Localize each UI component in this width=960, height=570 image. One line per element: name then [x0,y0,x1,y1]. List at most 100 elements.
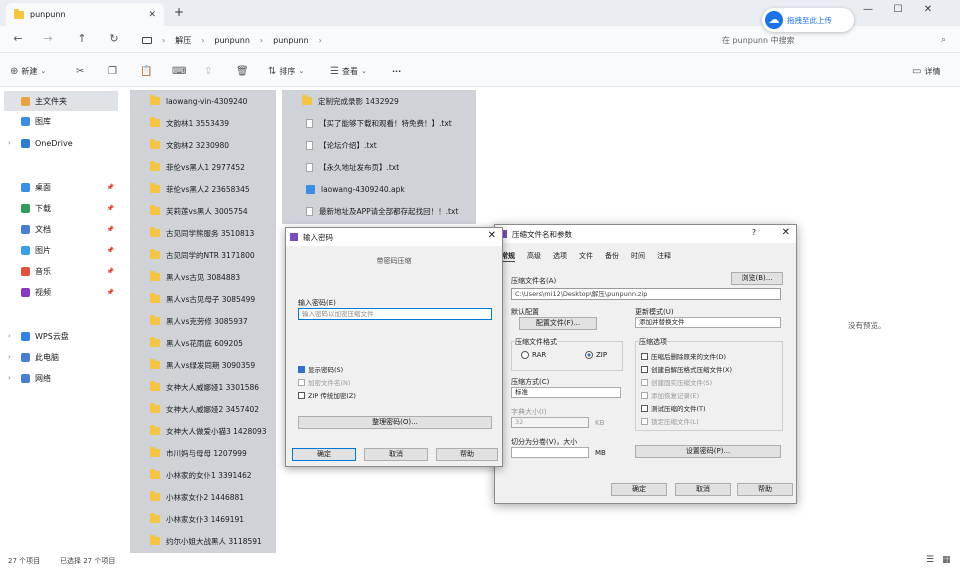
cloud-upload-button[interactable]: ☁ 拖拽至此上传 [762,8,854,32]
archive-tab[interactable]: 常规 [501,251,515,262]
new-tab-button[interactable]: + [174,5,184,19]
file-list-item[interactable]: 小林家女仆3 1469191 [130,508,276,530]
breadcrumb-item[interactable]: punpunn [214,36,250,45]
sidebar-item[interactable]: 图片 📌 [4,240,118,260]
archive-tab[interactable]: 选项 [553,251,567,262]
browse-button[interactable]: 浏览(B)... [731,272,783,285]
dict-select[interactable]: 32 [511,417,589,428]
file-list-item[interactable]: 菲伦vs黑人1 2977452 [130,156,276,178]
organize-passwords-button[interactable]: 整理密码(O)... [298,416,492,429]
close-icon[interactable]: ✕ [488,230,496,241]
password-input[interactable]: 输入密码以加密压缩文件 [298,308,492,320]
delete-icon[interactable]: 🗑 [236,64,249,78]
rar-radio[interactable]: RAR [521,351,546,359]
file-list-item[interactable]: 古见同学熊服务 3510813 [130,222,276,244]
help-button[interactable]: 帮助 [737,483,793,496]
method-select[interactable]: 标准 [511,387,621,398]
close-window-button[interactable]: ✕ [918,4,938,20]
minimize-button[interactable]: — [858,4,878,20]
rename-icon[interactable]: ⌨ [172,64,186,78]
up-button[interactable]: ↑ [74,32,90,48]
zip-legacy-checkbox[interactable]: ZIP 传统加密(Z) [298,390,356,400]
file-list-item[interactable]: 女神大人做爱小猫3 1428093 [130,420,276,442]
file-list-item[interactable]: 古见同学的NTR 3171800 [130,244,276,266]
file-list-item[interactable]: 女神大人威娜娅2 3457402 [130,398,276,420]
sidebar-item[interactable]: 视频 📌 [4,282,118,302]
set-password-button[interactable]: 设置密码(P)... [635,445,781,458]
ok-button[interactable]: 确定 [292,448,356,461]
search-input[interactable]: 在 punpunn 中搜索 ⌕ [716,30,952,50]
sidebar-item[interactable]: › OneDrive [4,133,118,153]
file-list-item[interactable]: 黑人vs古见 3084883 [130,266,276,288]
file-list-item[interactable]: 小林家女仆2 1446881 [130,486,276,508]
file-list-item[interactable]: 黑人vs绿发同期 3090359 [130,354,276,376]
tab-punpunn[interactable]: punpunn ✕ [6,3,164,26]
file-list-item[interactable]: 黑人vs古见母子 3085499 [130,288,276,310]
sidebar-item[interactable]: › 网络 [4,368,118,388]
sidebar-item[interactable]: 音乐 📌 [4,261,118,281]
archive-tab[interactable]: 高级 [527,251,541,262]
file-list-item[interactable]: 文韵林1 3553439 [130,112,276,134]
help-button[interactable]: 帮助 [436,448,498,461]
close-icon[interactable]: ✕ [782,227,790,238]
profiles-button[interactable]: 配置文件(F)... [519,317,597,330]
file-list-item[interactable]: 最新地址及APP请全部都存起找回！！.txt [282,200,476,222]
file-list-item[interactable]: 【论坛介绍】.txt [282,134,476,156]
sidebar-item[interactable]: 桌面 📌 [4,177,118,197]
option-checkbox[interactable]: 添加恢复记录(E) [641,390,699,400]
show-password-checkbox[interactable]: 显示密码(S) [298,364,343,374]
file-list-item[interactable]: 小林家的女仆1 3391462 [130,464,276,486]
archive-tab[interactable]: 注释 [657,251,671,262]
chevron-right-icon[interactable]: › [8,139,16,147]
sidebar-item[interactable]: 主文件夹 [4,91,118,111]
forward-button[interactable]: → [40,32,56,48]
file-list-item[interactable]: laowang-vin-4309240 [130,90,276,112]
help-question-button[interactable]: ? [752,228,756,237]
copy-icon[interactable]: ❐ [108,64,117,78]
file-list-item[interactable]: 文韵林2 3230980 [130,134,276,156]
archive-tab[interactable]: 文件 [579,251,593,262]
update-mode-select[interactable]: 添加并替换文件 [635,317,781,328]
chevron-right-icon[interactable]: › [8,353,16,361]
maximize-button[interactable]: ☐ [888,4,908,20]
breadcrumb-item[interactable]: punpunn [273,36,309,45]
cancel-button[interactable]: 取消 [675,483,731,496]
view-button[interactable]: ☰ 查看 ⌄ [330,64,367,78]
details-view-icon[interactable]: ☰ [926,555,934,565]
option-checkbox[interactable]: 压缩后删除原来的文件(D) [641,351,726,361]
chevron-right-icon[interactable]: › [8,332,16,340]
refresh-button[interactable]: ↻ [106,32,122,48]
sort-button[interactable]: ⇅ 排序 ⌄ [268,64,304,78]
ok-button[interactable]: 确定 [611,483,667,496]
archive-tab[interactable]: 备份 [605,251,619,262]
sidebar-item[interactable]: 下载 📌 [4,198,118,218]
tiles-view-icon[interactable]: ▦ [942,555,951,565]
file-list-item[interactable]: 女神大人威娜娅1 3301586 [130,376,276,398]
file-list-item[interactable]: 芙莉莲vs黑人 3005754 [130,200,276,222]
back-button[interactable]: ← [10,32,26,48]
file-list-item[interactable]: 约尔小姐大战黑人 3118591 [130,530,276,552]
address-bar[interactable]: › 解压 › punpunn › punpunn › [134,30,706,50]
sidebar-item[interactable]: › WPS云盘 [4,326,118,346]
file-list-item[interactable]: laowang-4309240.apk [282,178,476,200]
encrypt-names-checkbox[interactable]: 加密文件名(N) [298,377,350,387]
split-size-input[interactable] [511,447,589,458]
file-list-item[interactable]: 菲伦vs黑人2 23658345 [130,178,276,200]
chevron-right-icon[interactable]: › [8,374,16,382]
file-list-item[interactable]: 黑人vs克劳修 3085937 [130,310,276,332]
sidebar-item[interactable]: 图库 [4,111,118,131]
option-checkbox[interactable]: 锁定压缩文件(L) [641,416,699,426]
paste-icon[interactable]: 📋 [140,64,152,78]
file-list-item[interactable]: 黑人vs花雨庭 609205 [130,332,276,354]
cancel-button[interactable]: 取消 [364,448,428,461]
file-list-item[interactable]: 【买了能够下载和观看！特免费！】.txt [282,112,476,134]
archive-path-input[interactable]: C:\Users\mi12\Desktop\解压\punpunn.zip [511,288,781,300]
file-list-item[interactable]: 市川妈与母母 1207999 [130,442,276,464]
details-button[interactable]: ▭ 详情 [912,64,940,78]
close-tab-icon[interactable]: ✕ [148,10,156,20]
archive-tab[interactable]: 时间 [631,251,645,262]
file-list-item[interactable]: 定制完成录影 1432929 [282,90,476,112]
share-icon[interactable]: ⇪ [204,64,212,78]
cut-icon[interactable]: ✂ [76,64,84,78]
sidebar-item[interactable]: 文档 📌 [4,219,118,239]
